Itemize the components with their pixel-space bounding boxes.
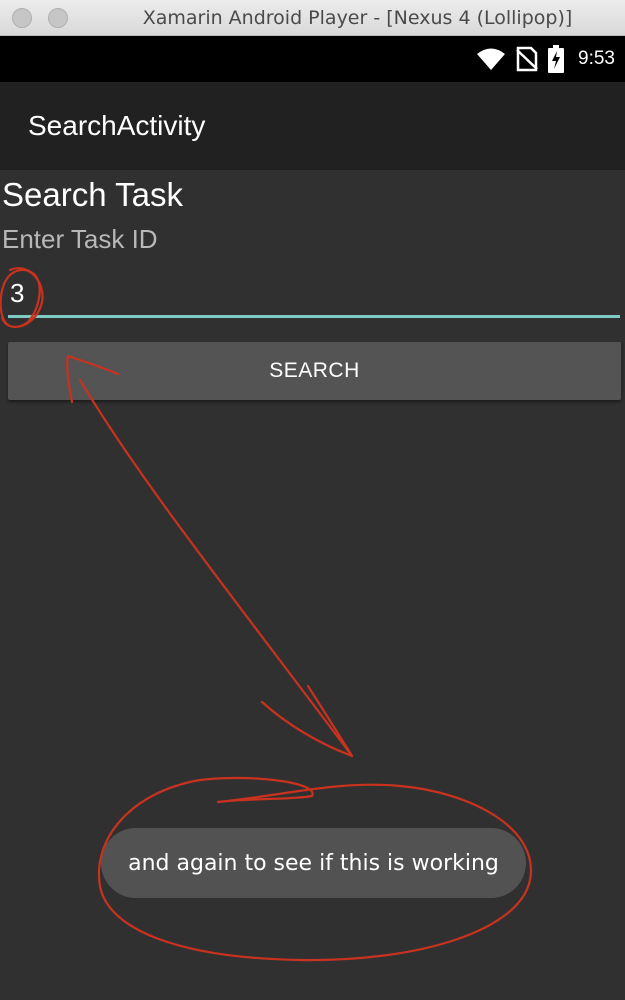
no-sim-icon — [516, 46, 538, 72]
window-title-bar: Xamarin Android Player - [Nexus 4 (Lolli… — [0, 0, 625, 36]
status-time: 9:53 — [578, 48, 615, 69]
task-id-label: Enter Task ID — [2, 224, 158, 254]
emulator-window: Xamarin Android Player - [Nexus 4 (Lolli… — [0, 0, 625, 1000]
task-id-input[interactable] — [8, 272, 620, 318]
search-task-heading: Search Task — [2, 176, 183, 213]
activity-title: SearchActivity — [28, 110, 206, 141]
battery-charging-icon — [548, 45, 565, 73]
minimize-window-button[interactable] — [48, 8, 68, 28]
search-button[interactable]: SEARCH — [8, 342, 621, 400]
android-status-bar: 9:53 — [0, 36, 625, 82]
toast-message: and again to see if this is working — [101, 828, 526, 898]
wifi-icon — [476, 47, 506, 71]
close-window-button[interactable] — [12, 8, 32, 28]
window-title: Xamarin Android Player - [Nexus 4 (Lolli… — [142, 7, 573, 29]
search-form: Search Task Enter Task ID SEARCH and aga… — [0, 170, 625, 1000]
action-bar: SearchActivity — [0, 82, 625, 170]
